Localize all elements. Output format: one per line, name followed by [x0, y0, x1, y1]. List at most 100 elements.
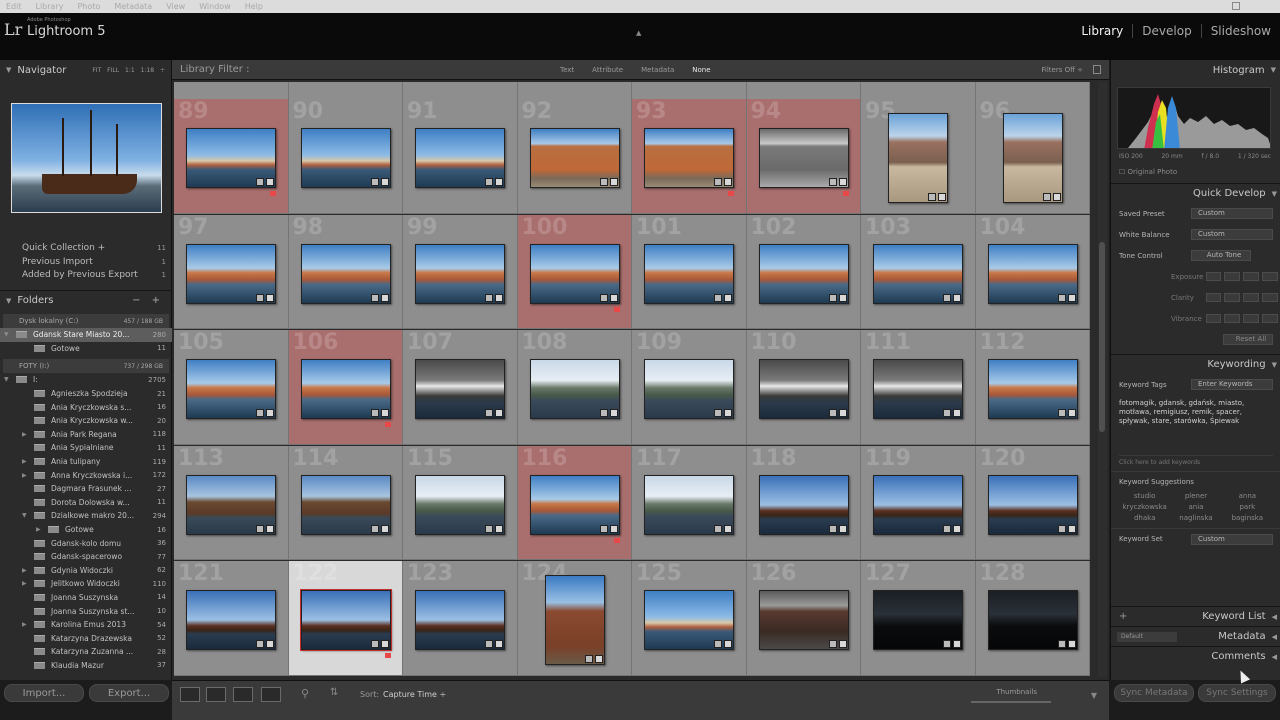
catalog-previous-export[interactable]: Added by Previous Export 1: [0, 269, 172, 283]
grid-cell[interactable]: 116: [517, 445, 632, 560]
keyword-badge-icon[interactable]: [828, 524, 837, 533]
keyword-badge-icon[interactable]: [599, 293, 608, 302]
grid-cell[interactable]: 96: [975, 99, 1090, 214]
survey-view-icon[interactable]: [261, 687, 281, 702]
keyword-suggestion[interactable]: naglinska: [1170, 514, 1221, 522]
develop-badge-icon[interactable]: [594, 655, 603, 664]
vibrance-down-button[interactable]: [1205, 314, 1222, 323]
grid-cell[interactable]: 123: [403, 561, 518, 676]
grid-cell[interactable]: 127: [861, 561, 976, 676]
metadata-header[interactable]: Default Metadata ◀: [1111, 626, 1280, 646]
keyword-suggestion[interactable]: anna: [1222, 492, 1273, 500]
develop-badge-icon[interactable]: [838, 178, 847, 187]
clarity-step-up-button[interactable]: [1243, 293, 1260, 302]
folder-row[interactable]: Gotowe 11: [0, 342, 172, 356]
sort-dropdown[interactable]: Capture Time ÷: [383, 690, 446, 699]
grid-cell-partial[interactable]: [975, 82, 1090, 100]
grid-cell[interactable]: 126: [746, 561, 861, 676]
grid-cell[interactable]: 118: [746, 445, 861, 560]
auto-tone-button[interactable]: Auto Tone: [1191, 250, 1251, 261]
develop-badge-icon[interactable]: [495, 524, 504, 533]
grid-cell[interactable]: 113: [174, 445, 289, 560]
grid-cell-partial[interactable]: [403, 82, 518, 100]
develop-badge-icon[interactable]: [266, 409, 275, 418]
grid-view-icon[interactable]: [180, 687, 200, 702]
grid-cell[interactable]: 94: [746, 99, 861, 214]
clarity-step-down-button[interactable]: [1224, 293, 1241, 302]
keyword-suggestion[interactable]: ania: [1170, 503, 1221, 511]
develop-badge-icon[interactable]: [838, 524, 847, 533]
keyword-badge-icon[interactable]: [485, 409, 494, 418]
saved-preset-select[interactable]: Custom: [1191, 208, 1273, 219]
folder-expand-icon[interactable]: ▶: [22, 431, 27, 438]
folder-row[interactable]: Ania Kryczkowska s... 16: [0, 400, 172, 414]
grid-cell-partial[interactable]: [632, 82, 747, 100]
keyword-badge-icon[interactable]: [828, 409, 837, 418]
develop-badge-icon[interactable]: [838, 409, 847, 418]
keyword-badge-icon[interactable]: [256, 640, 265, 649]
develop-badge-icon[interactable]: [266, 178, 275, 187]
develop-badge-icon[interactable]: [609, 524, 618, 533]
menu-edit[interactable]: Edit: [6, 2, 22, 11]
develop-badge-icon[interactable]: [953, 524, 962, 533]
folder-row[interactable]: Gdansk-kolo domu 36: [0, 536, 172, 550]
white-balance-select[interactable]: Custom: [1191, 229, 1273, 240]
module-slideshow[interactable]: Slideshow: [1200, 24, 1280, 38]
develop-badge-icon[interactable]: [495, 409, 504, 418]
develop-badge-icon[interactable]: [1052, 193, 1061, 202]
keyword-badge-icon[interactable]: [256, 178, 265, 187]
keyword-badge-icon[interactable]: [584, 655, 593, 664]
keyword-suggestion[interactable]: baginska: [1222, 514, 1273, 522]
thumbnail-size-slider[interactable]: [971, 701, 1051, 703]
folder-row[interactable]: ▶ Karolina Emus 2013 54: [0, 618, 172, 632]
keyword-badge-icon[interactable]: [599, 409, 608, 418]
keyword-badge-icon[interactable]: [943, 524, 952, 533]
keyword-badge-icon[interactable]: [1042, 193, 1051, 202]
filters-off-dropdown[interactable]: Filters Off ÷: [1041, 66, 1083, 74]
keyword-badge-icon[interactable]: [485, 293, 494, 302]
keyword-badge-icon[interactable]: [943, 293, 952, 302]
catalog-previous-import[interactable]: Previous Import 1: [0, 256, 172, 270]
develop-badge-icon[interactable]: [838, 293, 847, 302]
folder-row[interactable]: Dorota Dolowska w... 11: [0, 496, 172, 510]
keyword-badge-icon[interactable]: [370, 178, 379, 187]
develop-badge-icon[interactable]: [266, 640, 275, 649]
metadata-preset-select[interactable]: Default: [1117, 631, 1177, 642]
grid-cell[interactable]: 111: [861, 330, 976, 445]
keyword-badge-icon[interactable]: [370, 640, 379, 649]
spray-can-icon[interactable]: ⚲: [301, 687, 313, 702]
grid-cell[interactable]: 114: [288, 445, 403, 560]
folder-row[interactable]: Klaudia Mazur 37: [0, 659, 172, 673]
keyword-badge-icon[interactable]: [599, 524, 608, 533]
folder-row[interactable]: Dagmara Frasunek ... 27: [0, 482, 172, 496]
grid-cell[interactable]: 89: [174, 99, 289, 214]
develop-badge-icon[interactable]: [380, 178, 389, 187]
folder-expand-icon[interactable]: ▶: [22, 458, 27, 465]
folder-row[interactable]: Joanna Suszynska st... 10: [0, 604, 172, 618]
scrollbar-thumb[interactable]: [1099, 242, 1105, 432]
grid-cell[interactable]: 125: [632, 561, 747, 676]
keyword-badge-icon[interactable]: [714, 293, 723, 302]
develop-badge-icon[interactable]: [380, 293, 389, 302]
folder-expand-icon[interactable]: ▶: [22, 621, 27, 628]
grid-cell-partial[interactable]: [174, 82, 289, 100]
keyword-suggestion[interactable]: dhaka: [1119, 514, 1170, 522]
add-keywords-field[interactable]: Click here to add keywords: [1119, 455, 1273, 467]
menu-help[interactable]: Help: [245, 2, 263, 11]
develop-badge-icon[interactable]: [380, 640, 389, 649]
folder-row[interactable]: ▶ Ania tulipany 119: [0, 455, 172, 469]
add-folder-icon[interactable]: − +: [132, 295, 172, 306]
menu-window[interactable]: Window: [199, 2, 231, 11]
keyword-badge-icon[interactable]: [485, 640, 494, 649]
photo-thumbnail[interactable]: [544, 575, 605, 666]
toolbar-menu-icon[interactable]: ▼: [1091, 691, 1097, 700]
keyword-badge-icon[interactable]: [1057, 640, 1066, 649]
keyword-badge-icon[interactable]: [485, 524, 494, 533]
filter-text[interactable]: Text: [560, 66, 574, 74]
export-button[interactable]: Export...: [89, 684, 169, 702]
grid-cell[interactable]: 101: [632, 214, 747, 329]
menu-view[interactable]: View: [166, 2, 185, 11]
keyword-suggestion[interactable]: park: [1222, 503, 1273, 511]
keyword-badge-icon[interactable]: [1057, 409, 1066, 418]
develop-badge-icon[interactable]: [495, 640, 504, 649]
